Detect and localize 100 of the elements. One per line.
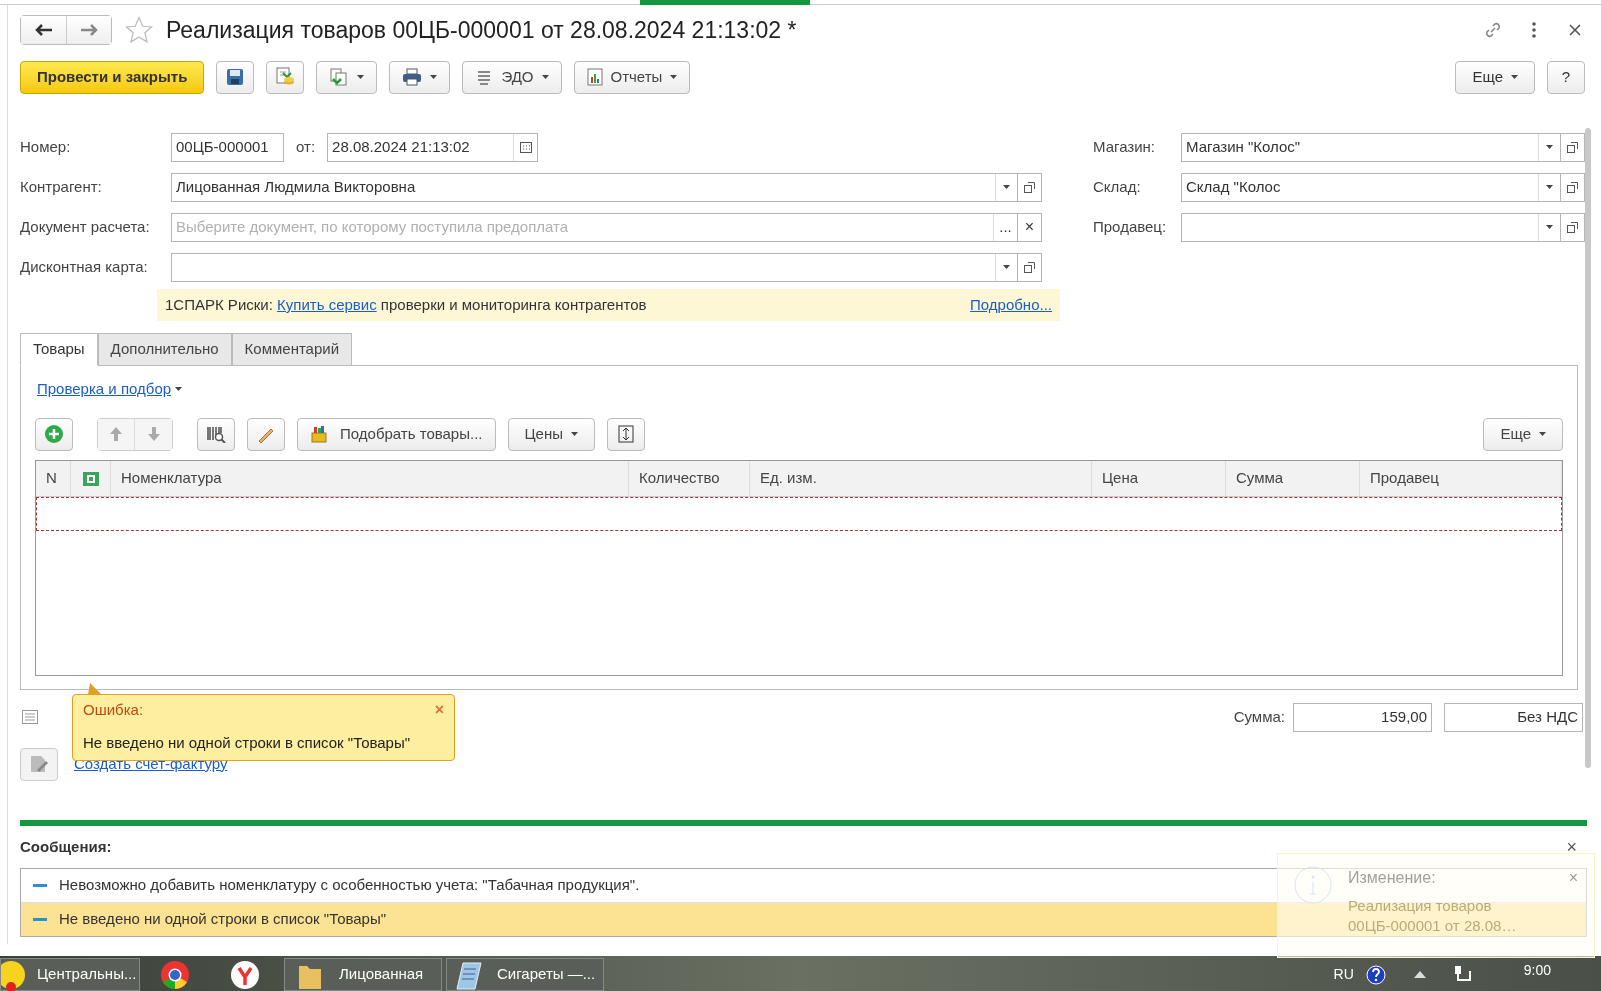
open-button[interactable]: [1561, 172, 1585, 202]
buy-service-link[interactable]: Купить сервис: [277, 295, 377, 313]
messages-title: Сообщения:: [20, 836, 112, 857]
caret-icon: [541, 75, 549, 79]
open-window-icon: [1024, 181, 1035, 193]
up-arrow-icon: [109, 426, 123, 442]
box-icon: [310, 425, 328, 443]
caret-icon: [1511, 75, 1518, 79]
document-field[interactable]: Выберите документ, по которому поступила предоплата ...: [171, 212, 1018, 242]
document-pencil-icon: [29, 754, 49, 774]
open-button[interactable]: [1018, 252, 1042, 282]
expand-vertical-icon: [618, 425, 634, 443]
caret-icon: [175, 387, 183, 391]
right-arrow-icon: [80, 24, 98, 36]
move-up-button[interactable]: [98, 418, 135, 450]
toolbar-menu-button[interactable]: Отчеты: [573, 60, 691, 94]
select-field[interactable]: [171, 252, 1018, 282]
plus-icon: [44, 424, 64, 444]
taskbar-item[interactable]: Сигареты —...: [446, 958, 604, 991]
field-label: Склад:: [1093, 176, 1142, 197]
language-indicator[interactable]: RU: [1333, 964, 1354, 985]
tab[interactable]: Комментарий: [231, 333, 353, 366]
total-label: Сумма:: [1233, 706, 1285, 727]
notepad-icon: [455, 959, 485, 990]
toolbar-button[interactable]: [216, 60, 255, 94]
selected-empty-row[interactable]: [36, 497, 1562, 531]
open-button[interactable]: [1561, 212, 1585, 242]
bar-chart-icon: [586, 68, 603, 86]
check-and-pick-link[interactable]: Проверка и подбор: [37, 377, 183, 401]
printer-icon: [402, 68, 423, 86]
message-text: Невозможно добавить номенклатуру с особенностью учета: "Табачная продукция".: [59, 875, 640, 896]
column-header[interactable]: Количество: [629, 461, 750, 496]
select-field[interactable]: Склад "Колос: [1181, 172, 1561, 202]
prices-button[interactable]: Цены: [507, 417, 595, 451]
tab[interactable]: Товары: [20, 333, 98, 366]
select-field[interactable]: [1181, 212, 1561, 242]
select-field[interactable]: Лицованная Людмила Викторовна: [171, 172, 1018, 202]
up-triangle-icon[interactable]: [1413, 971, 1426, 978]
vat-field: Без НДС: [1444, 702, 1583, 732]
select-field[interactable]: Магазин "Колос": [1181, 132, 1561, 162]
choice-button[interactable]: ...: [993, 213, 1017, 241]
more-icon[interactable]: [1531, 22, 1537, 38]
number-field[interactable]: 00ЦБ-000001: [171, 132, 284, 162]
column-header[interactable]: N: [36, 461, 71, 496]
more-button[interactable]: Еще: [1483, 417, 1563, 451]
date-label: от:: [296, 136, 316, 157]
open-button[interactable]: [1018, 172, 1042, 202]
close-button[interactable]: ×: [1566, 833, 1577, 861]
post-and-close-button[interactable]: Провести и закрыть: [20, 60, 205, 94]
window-title: Реализация товаров 00ЦБ-000001 от 28.08.2024 21:13:02 *: [166, 15, 798, 45]
toolbar-menu-button[interactable]: [389, 60, 451, 94]
caret-icon: [430, 75, 438, 79]
caret-icon: [1546, 185, 1553, 189]
column-header[interactable]: Продавец: [1360, 461, 1562, 496]
column-header[interactable]: Сумма: [1226, 461, 1360, 496]
add-button[interactable]: [35, 417, 73, 451]
calendar-icon: [519, 141, 532, 153]
down-arrow-icon: [146, 426, 161, 442]
documents-arrow-icon: [329, 67, 350, 87]
barcode-search-button[interactable]: [197, 417, 235, 451]
column-header[interactable]: Цена: [1092, 461, 1226, 496]
star-icon[interactable]: [124, 15, 154, 45]
invoice-button[interactable]: [20, 747, 58, 781]
move-down-button[interactable]: [135, 418, 172, 450]
taskbar-item[interactable]: Центральны...: [0, 958, 140, 991]
total-field: 159,00: [1293, 702, 1432, 732]
pick-goods-button[interactable]: Подобрать товары...: [297, 417, 496, 451]
clear-button[interactable]: ×: [1018, 212, 1042, 242]
caret-icon: [670, 75, 678, 79]
field-label: Магазин:: [1093, 136, 1157, 157]
back-button[interactable]: [21, 16, 67, 44]
help-button[interactable]: ?: [1547, 60, 1585, 94]
toolbar-menu-button[interactable]: ЭДО: [462, 60, 562, 94]
link-icon[interactable]: [1483, 20, 1503, 40]
close-icon[interactable]: [1569, 24, 1581, 36]
caret-icon: [1003, 265, 1010, 269]
tab[interactable]: Дополнительно: [97, 333, 232, 366]
document-coins-icon: [275, 67, 296, 87]
more-button[interactable]: Еще: [1455, 60, 1535, 94]
details-link[interactable]: Подробно...: [970, 293, 1052, 317]
notification-title: Изменение:: [1348, 868, 1436, 888]
open-button[interactable]: [1561, 132, 1585, 162]
taskbar-item[interactable]: Лицованная: [284, 958, 442, 991]
field-label: Продавец:: [1093, 216, 1168, 237]
open-window-icon: [1567, 181, 1578, 193]
list-icon: [22, 710, 38, 724]
scrollbar[interactable]: [1585, 128, 1591, 768]
toolbar-menu-button[interactable]: [316, 60, 378, 94]
dash-icon: [33, 918, 47, 921]
excise-stamp-icon: [81, 470, 100, 487]
field-label: Контрагент:: [20, 176, 103, 197]
browser-icon: [230, 959, 260, 990]
column-header[interactable]: Номенклатура: [111, 461, 629, 496]
column-header[interactable]: Ед. изм.: [750, 461, 1092, 496]
row-height-button[interactable]: [607, 417, 645, 451]
date-field[interactable]: 28.08.2024 21:13:02: [327, 132, 539, 162]
field-label: Дисконтная карта:: [20, 256, 149, 277]
edit-button[interactable]: [247, 417, 285, 451]
help-icon[interactable]: [1365, 964, 1386, 985]
open-window-icon: [1567, 141, 1578, 153]
